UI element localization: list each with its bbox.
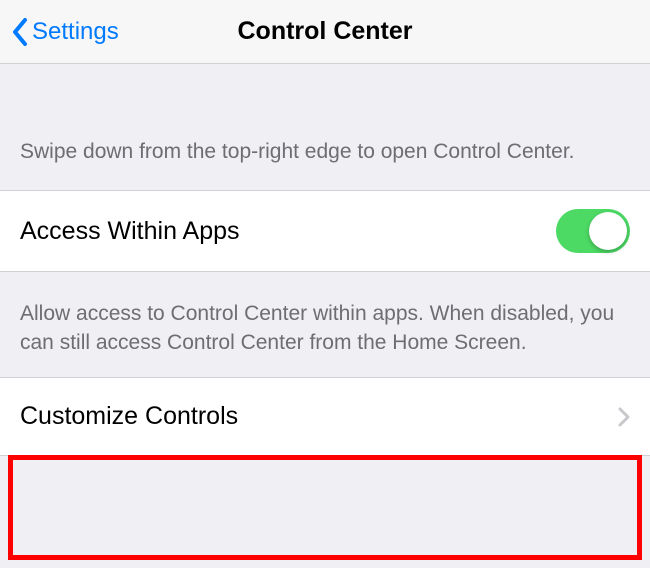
access-within-apps-row: Access Within Apps [0,190,650,272]
toggle-knob [589,212,627,250]
customize-label: Customize Controls [20,402,238,431]
back-button[interactable]: Settings [12,18,119,46]
back-label: Settings [32,18,119,46]
access-toggle[interactable] [556,209,630,253]
access-description: Allow access to Control Center within ap… [0,272,650,377]
chevron-right-icon [618,407,630,427]
annotation-highlight [8,455,642,560]
intro-description: Swipe down from the top-right edge to op… [0,64,650,190]
access-label: Access Within Apps [20,217,240,246]
nav-header: Settings Control Center [0,0,650,64]
customize-controls-row[interactable]: Customize Controls [0,377,650,456]
chevron-left-icon [12,18,28,46]
page-title: Control Center [238,17,413,46]
